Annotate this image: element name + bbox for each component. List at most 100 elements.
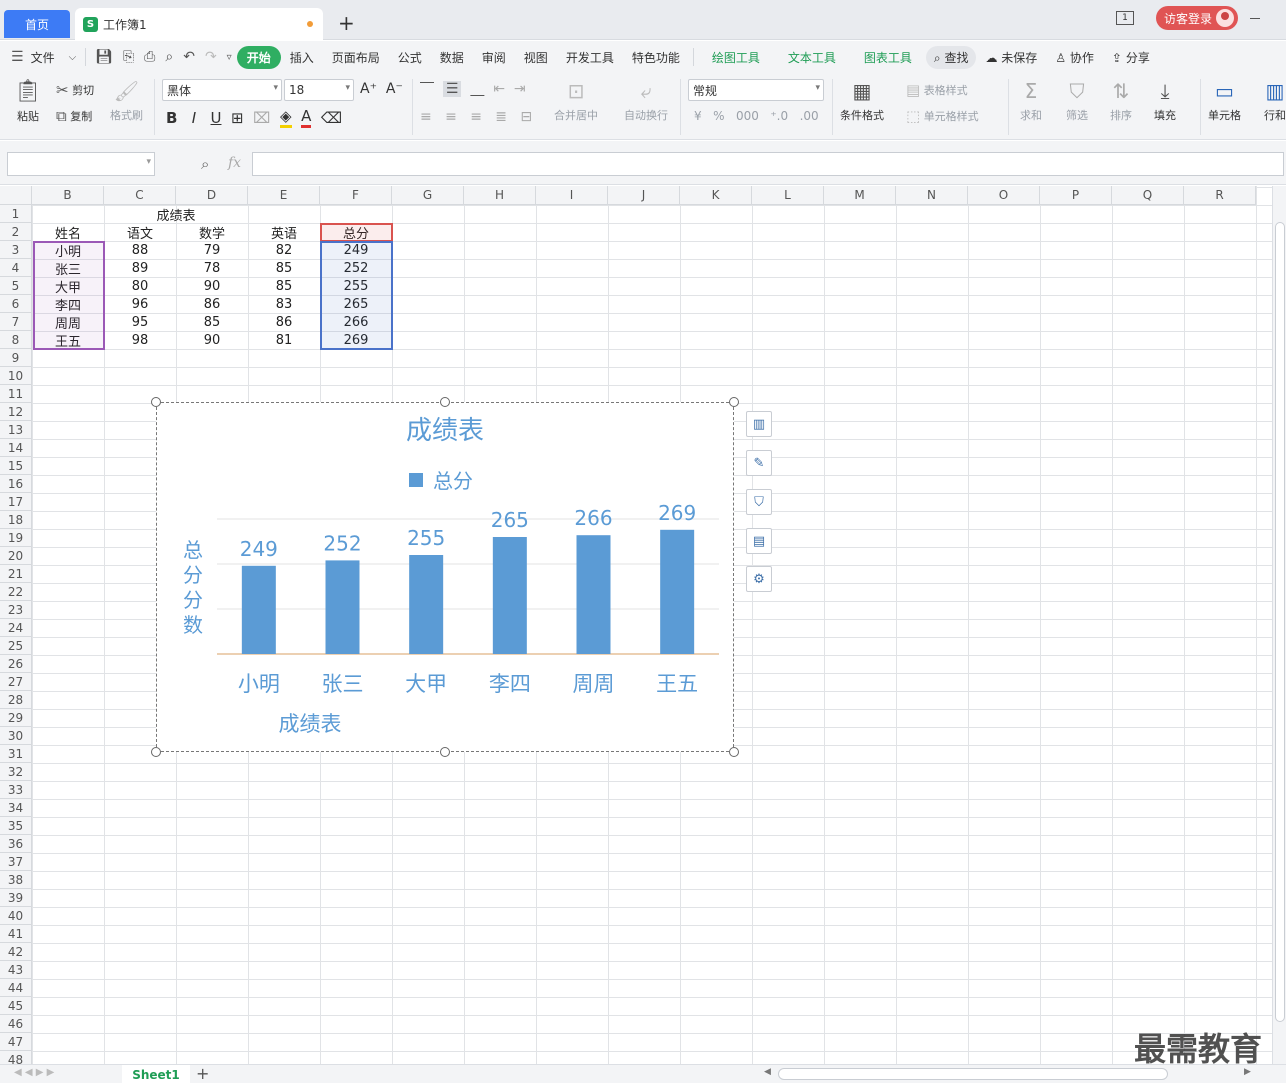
column-header-F[interactable]: F (320, 186, 392, 205)
column-header-G[interactable]: G (392, 186, 464, 205)
align-top-icon[interactable]: ⎺ (420, 81, 434, 97)
vertical-scrollbar[interactable] (1272, 186, 1286, 1064)
tab-data[interactable]: 数据 (431, 49, 473, 66)
sum-button[interactable]: Σ 求和 (1020, 79, 1042, 123)
column-header-K[interactable]: K (680, 186, 752, 205)
resize-handle-bl[interactable] (151, 747, 161, 757)
table-cell[interactable]: 82 (248, 241, 320, 259)
unsaved-button[interactable]: ☁︎ 未保存 (976, 49, 1046, 66)
data-label[interactable]: 249 (240, 537, 278, 561)
row-header-1[interactable]: 1 (0, 205, 32, 223)
justify-icon[interactable]: ≣ (495, 109, 507, 125)
thousands-icon[interactable]: 000 (736, 109, 759, 123)
category-label[interactable]: 王五 (656, 672, 698, 696)
menu-file[interactable]: 文件 (29, 49, 64, 66)
resize-handle-tm[interactable] (440, 397, 450, 407)
increase-decimal-icon[interactable]: ⁺.0 (770, 109, 788, 123)
row-header-12[interactable]: 12 (0, 403, 32, 421)
row-header-48[interactable]: 48 (0, 1051, 32, 1064)
bar-周周[interactable] (576, 535, 611, 654)
row-header-36[interactable]: 36 (0, 835, 32, 853)
italic-icon[interactable]: I (192, 109, 196, 127)
paste-button[interactable]: 📋︎ 粘贴 (14, 79, 42, 124)
category-label[interactable]: 小明 (238, 672, 280, 696)
resize-handle-tl[interactable] (151, 397, 161, 407)
row-header-7[interactable]: 7 (0, 313, 32, 331)
row-header-25[interactable]: 25 (0, 637, 32, 655)
legend-label[interactable]: 总分 (433, 469, 473, 493)
table-cell[interactable]: 90 (176, 331, 248, 349)
bar-大甲[interactable] (409, 555, 444, 654)
align-middle-icon[interactable]: ☰ (442, 81, 462, 97)
chart-style-brush-icon[interactable]: ✎ (746, 450, 772, 476)
row-header-27[interactable]: 27 (0, 673, 32, 691)
category-label[interactable]: 李四 (489, 672, 531, 696)
row-header-40[interactable]: 40 (0, 907, 32, 925)
select-all-corner[interactable] (0, 186, 32, 205)
name-box[interactable] (7, 152, 155, 176)
scroll-left-icon[interactable]: ◀ (764, 1067, 771, 1077)
cut-button[interactable]: ✂ 剪切 (56, 81, 94, 99)
align-bottom-icon[interactable]: ⎽ (470, 81, 484, 97)
font-size-select[interactable]: 18 (284, 79, 354, 101)
column-header-C[interactable]: C (104, 186, 176, 205)
eraser-icon[interactable]: ⌫ (321, 109, 342, 127)
indent-decrease-icon[interactable]: ⇤ (493, 81, 505, 97)
increase-font-icon[interactable]: A⁺ (360, 81, 377, 97)
tab-text-tools[interactable]: 文本工具 (774, 49, 850, 66)
decrease-font-icon[interactable]: A⁻ (386, 81, 403, 97)
indent-increase-icon[interactable]: ⇥ (514, 81, 526, 97)
bar-张三[interactable] (325, 560, 360, 654)
merge-center-button[interactable]: ⊡ 合并居中 (554, 79, 598, 123)
row-header-23[interactable]: 23 (0, 601, 32, 619)
tab-insert[interactable]: 插入 (281, 49, 323, 66)
sheet-nav-icon[interactable]: ◀ ◀ ▶ ▶ (14, 1067, 54, 1078)
font-name-select[interactable]: 黑体 (162, 79, 282, 101)
row-header-4[interactable]: 4 (0, 259, 32, 277)
row-header-9[interactable]: 9 (0, 349, 32, 367)
column-header-R[interactable]: R (1184, 186, 1256, 205)
category-label[interactable]: 张三 (322, 672, 364, 696)
row-header-8[interactable]: 8 (0, 331, 32, 349)
row-header-3[interactable]: 3 (0, 241, 32, 259)
table-cell[interactable]: 79 (176, 241, 248, 259)
undo-icon[interactable]: ↶ (178, 49, 200, 65)
row-header-44[interactable]: 44 (0, 979, 32, 997)
percent-icon[interactable]: % (713, 109, 724, 123)
horizontal-scroll-thumb[interactable] (778, 1068, 1168, 1080)
bar-王五[interactable] (660, 529, 695, 654)
print-preview-icon[interactable]: ⌕ (160, 49, 178, 65)
visitor-login-button[interactable]: 访客登录 (1156, 6, 1239, 30)
column-header-Q[interactable]: Q (1112, 186, 1184, 205)
table-cell[interactable]: 80 (104, 277, 176, 295)
row-header-6[interactable]: 6 (0, 295, 32, 313)
search-button[interactable]: ⌕ 查找 (925, 45, 977, 69)
column-header-P[interactable]: P (1040, 186, 1112, 205)
chart-title[interactable]: 成绩表 (406, 416, 484, 446)
column-header-I[interactable]: I (536, 186, 608, 205)
tab-review[interactable]: 审阅 (473, 49, 515, 66)
zoom-icon[interactable]: ⌕ (201, 155, 209, 173)
formula-input[interactable] (252, 152, 1284, 176)
row-header-42[interactable]: 42 (0, 943, 32, 961)
table-cell[interactable]: 85 (176, 313, 248, 331)
tab-features[interactable]: 特色功能 (623, 49, 689, 66)
tab-view[interactable]: 视图 (515, 49, 557, 66)
tab-developer[interactable]: 开发工具 (557, 49, 623, 66)
redo-icon[interactable]: ↷ (200, 49, 222, 65)
x-axis-title[interactable]: 成绩表 (279, 712, 342, 736)
row-header-11[interactable]: 11 (0, 385, 32, 403)
data-label[interactable]: 266 (574, 506, 612, 530)
data-label[interactable]: 265 (491, 508, 529, 532)
y-axis-title[interactable]: 总分分数 (183, 538, 203, 637)
fill-button[interactable]: ⤓ 填充 (1154, 79, 1176, 123)
align-center-icon[interactable]: ≡ (445, 109, 457, 125)
conditional-format-button[interactable]: ▦ 条件格式 (840, 79, 884, 123)
tab-page-layout[interactable]: 页面布局 (323, 49, 389, 66)
table-cell[interactable]: 85 (248, 277, 320, 295)
column-header-B[interactable]: B (32, 186, 104, 205)
currency-icon[interactable]: ¥ (694, 109, 702, 123)
resize-handle-bm[interactable] (440, 747, 450, 757)
print-icon[interactable]: ⎙ (139, 49, 160, 65)
table-cell[interactable]: 86 (248, 313, 320, 331)
